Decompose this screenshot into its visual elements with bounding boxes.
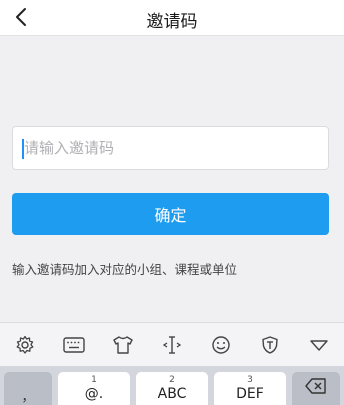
keyboard-keys: ， 1 @. 2 ABC 3 DEF [0,366,344,405]
key-label: ， [21,390,35,405]
main-content: 确定 输入邀请码加入对应的小组、课程或单位 [0,36,344,320]
keyboard-icon[interactable] [60,331,88,359]
key-label: @. [84,386,104,402]
cursor-icon[interactable] [158,331,186,359]
key-label: DEF [236,386,264,402]
tshirt-icon[interactable] [109,331,137,359]
invite-code-field[interactable] [12,126,329,170]
key-number: 3 [247,375,253,385]
text-caret [22,139,24,159]
invite-code-input[interactable] [13,127,328,169]
key-number: 1 [91,375,97,385]
key-1[interactable]: 1 @. [58,372,130,405]
shield-t-icon[interactable] [256,331,284,359]
backspace-icon [305,378,326,394]
page-title: 邀请码 [146,12,198,32]
key-comma[interactable]: ， [4,372,52,405]
hint-text: 输入邀请码加入对应的小组、课程或单位 [12,262,238,277]
keyboard-toolbar [0,322,344,366]
smiley-icon[interactable] [207,331,235,359]
gear-icon[interactable] [11,331,39,359]
key-number: 2 [169,375,175,385]
key-label: ABC [157,386,187,402]
nav-bar: 邀请码 [0,0,344,36]
key-backspace[interactable] [292,372,340,405]
key-2[interactable]: 2 ABC [136,372,208,405]
triangle-down-icon[interactable] [305,331,333,359]
key-3[interactable]: 3 DEF [214,372,286,405]
confirm-button[interactable]: 确定 [12,193,329,235]
